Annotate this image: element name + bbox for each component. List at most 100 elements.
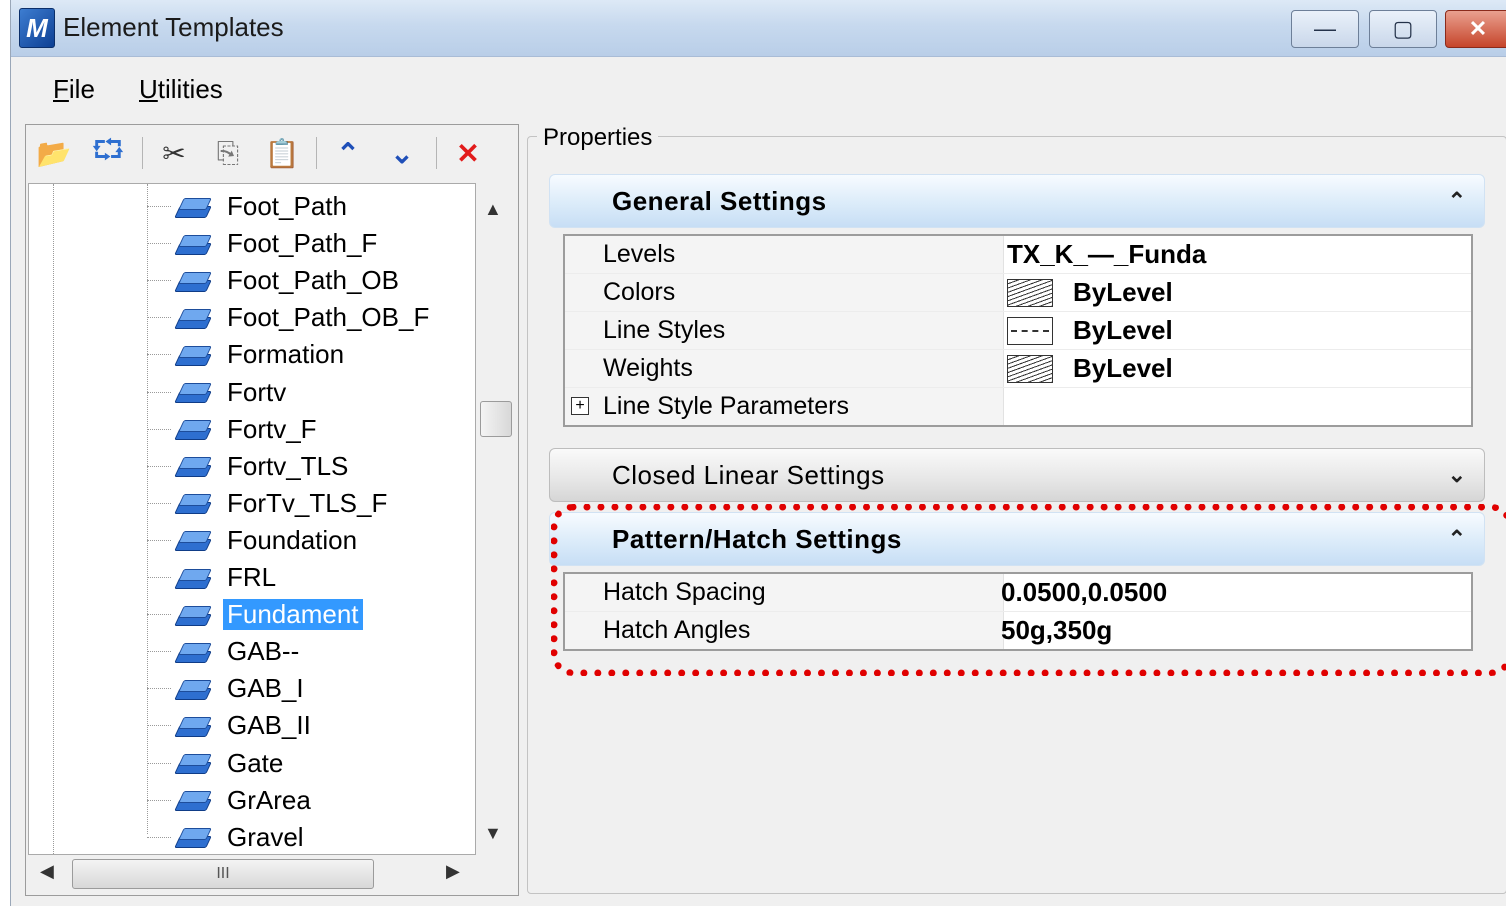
expand-chevron-icon[interactable]: ⌄ [1448, 462, 1466, 488]
property-value[interactable]: 50g,350g [1001, 612, 1112, 649]
property-row-colors[interactable]: Colors ByLevel [565, 274, 1471, 312]
minimize-button[interactable]: — [1291, 10, 1359, 48]
property-row-line-styles[interactable]: Line Styles ByLevel [565, 312, 1471, 350]
menu-file-hotkey: F [53, 74, 69, 104]
scroll-right-icon[interactable]: ▶ [446, 861, 460, 882]
paste-button[interactable]: 📋 [262, 133, 302, 173]
tree-connector [147, 243, 171, 245]
tree-connector [147, 836, 171, 838]
property-row-hatch-angles[interactable]: Hatch Angles 50g,350g [565, 612, 1471, 649]
general-settings-header[interactable]: General Settings ⌃ [549, 174, 1485, 228]
element-templates-window: M Element Templates — ▢ ✕ File Utilities… [10, 0, 1506, 906]
cut-button[interactable]: ✂ [154, 133, 194, 173]
property-name: Levels [565, 236, 1004, 273]
tree-guide-line [53, 184, 54, 854]
element-template-icon [173, 340, 213, 370]
tree-item[interactable]: Foot_Path_F [147, 225, 467, 262]
property-name: Line Styles [565, 312, 1004, 349]
property-row-levels[interactable]: Levels TX_K_—_Funda [565, 236, 1471, 274]
property-name: Colors [565, 274, 1004, 311]
element-template-icon [173, 563, 213, 593]
tree-item-label: Fortv [227, 376, 287, 407]
toolbar-separator [436, 137, 437, 169]
tree-item[interactable]: GrArea [147, 782, 467, 819]
template-tree[interactable]: Foot_Path Foot_Path_F Foot_Path_OB Foot_Pat… [28, 183, 476, 855]
tree-item[interactable]: Foot_Path_OB [147, 262, 467, 299]
move-up-button[interactable]: ⌃ [328, 133, 368, 173]
tree-item[interactable]: FRL [147, 559, 467, 596]
property-row-line-style-parameters[interactable]: + Line Style Parameters [565, 388, 1471, 425]
property-row-weights[interactable]: Weights ByLevel [565, 350, 1471, 388]
tree-item[interactable]: Fortv_F [147, 411, 467, 448]
import-button[interactable]: ⮔ [88, 133, 128, 173]
tree-item[interactable]: Gate [147, 745, 467, 782]
tree-connector [147, 502, 171, 504]
scroll-up-icon[interactable]: ▲ [484, 199, 502, 220]
tree-item-label: Foot_Path_OB [227, 265, 399, 296]
element-template-icon [173, 488, 213, 518]
element-template-icon [173, 451, 213, 481]
import-icon: ⮔ [91, 134, 125, 165]
horizontal-scroll-thumb[interactable]: III [72, 859, 374, 889]
tree-item[interactable]: GAB_II [147, 707, 467, 744]
tree-item-label: Foot_Path_OB_F [227, 302, 430, 333]
tree-connector [147, 725, 171, 727]
tree-item-label: Foundation [227, 524, 358, 555]
property-value[interactable]: ByLevel [1007, 312, 1173, 349]
menu-bar: File Utilities [11, 60, 1506, 114]
element-template-icon [173, 637, 213, 667]
property-name: Hatch Angles [565, 612, 1004, 649]
pattern-hatch-settings-header[interactable]: Pattern/Hatch Settings ⌃ [549, 512, 1485, 566]
tree-item[interactable]: Fortv [147, 374, 467, 411]
tree-item[interactable]: Formation [147, 336, 467, 373]
pattern-hatch-settings-title: Pattern/Hatch Settings [612, 523, 902, 554]
tree-item-label: GrArea [227, 784, 311, 815]
cut-icon: ✂ [162, 137, 186, 169]
close-button[interactable]: ✕ [1445, 10, 1506, 48]
menu-utilities[interactable]: Utilities [139, 74, 223, 105]
collapse-chevron-icon[interactable]: ⌃ [1448, 188, 1466, 214]
expand-plus-icon[interactable]: + [571, 397, 589, 415]
element-template-icon [173, 525, 213, 555]
property-value[interactable]: TX_K_—_Funda [1007, 236, 1206, 273]
tree-item-label: FRL [227, 562, 277, 592]
tree-vertical-scrollbar[interactable]: ▲ ▼ [476, 183, 514, 853]
delete-button[interactable]: ✕ [448, 133, 488, 173]
scroll-left-icon[interactable]: ◀ [40, 861, 54, 882]
tree-item[interactable]: Foot_Path_OB_F [147, 299, 467, 336]
property-name: Weights [565, 350, 1004, 387]
open-folder-button[interactable]: 📂 [34, 133, 74, 173]
tree-connector [147, 577, 171, 578]
property-value[interactable]: ByLevel [1007, 274, 1173, 311]
vertical-scroll-thumb[interactable] [480, 401, 512, 437]
tree-item-label: Gate [227, 747, 284, 778]
closed-linear-settings-header[interactable]: Closed Linear Settings ⌄ [549, 448, 1485, 502]
delete-icon: ✕ [456, 137, 480, 169]
copy-button[interactable]: ⎘ [208, 133, 248, 173]
tree-item-label: GAB_II [227, 710, 311, 741]
property-row-hatch-spacing[interactable]: Hatch Spacing 0.0500,0.0500 [565, 574, 1471, 612]
element-template-icon [173, 711, 213, 741]
move-down-button[interactable]: ⌄ [382, 133, 422, 173]
tree-item[interactable]: Fortv_TLS [147, 448, 467, 485]
maximize-button[interactable]: ▢ [1369, 10, 1437, 48]
element-template-icon [173, 600, 213, 630]
collapse-chevron-icon[interactable]: ⌃ [1448, 526, 1466, 552]
element-template-icon [173, 229, 213, 259]
tree-item[interactable]: GAB_I [147, 670, 467, 707]
scroll-down-icon[interactable]: ▼ [484, 823, 502, 844]
tree-horizontal-scrollbar[interactable]: ◀ III ▶ [28, 855, 474, 891]
menu-file[interactable]: File [53, 74, 95, 105]
element-template-icon [173, 822, 213, 852]
tree-connector [147, 206, 171, 207]
tree-item[interactable]: GAB-- [147, 633, 467, 670]
tree-item[interactable]: Fundament [147, 596, 467, 633]
property-value[interactable]: 0.0500,0.0500 [1001, 574, 1167, 611]
tree-item[interactable]: Foot_Path [147, 188, 467, 225]
property-value[interactable]: ByLevel [1007, 350, 1173, 387]
tree-item[interactable]: Gravel [147, 819, 467, 854]
tree-item[interactable]: ForTv_TLS_F [147, 485, 467, 522]
tree-item-label: Fortv_F [227, 413, 317, 444]
tree-item[interactable]: Foundation [147, 522, 467, 559]
tree-item-label: Fortv_TLS [227, 450, 349, 481]
